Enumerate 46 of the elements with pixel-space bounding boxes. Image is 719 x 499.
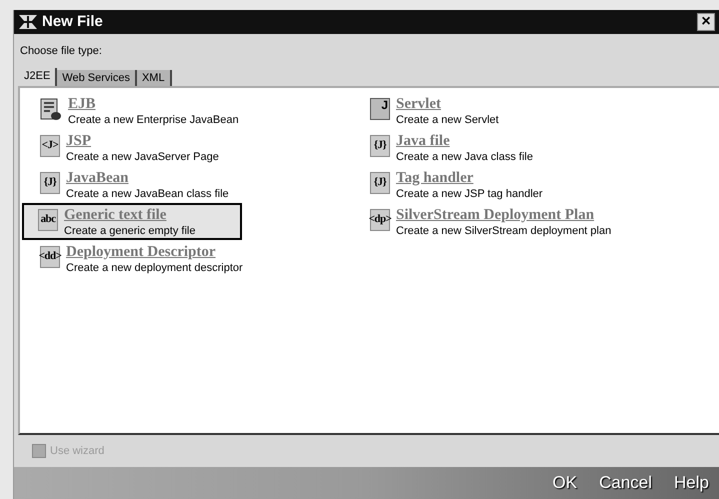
item-title: Deployment Descriptor: [66, 244, 217, 260]
item-title: Servlet: [396, 96, 442, 112]
file-type-icon: {J}: [40, 172, 60, 194]
file-type-icon: {J}: [370, 134, 390, 156]
item-title: EJB: [68, 96, 97, 112]
tab[interactable]: Web Services: [57, 70, 137, 86]
item-description: Create a new SilverStream deployment plan: [396, 224, 612, 238]
dialog-button[interactable]: OK: [552, 470, 578, 496]
file-type-icon: <dp>: [370, 208, 390, 230]
file-type-icon: <dd>: [40, 246, 60, 268]
file-type-icon: abc: [38, 208, 58, 230]
item-description: Create a new JSP tag handler: [396, 186, 543, 200]
prompt-label: Choose file type:: [19, 44, 103, 59]
file-type-item[interactable]: <dd> Deployment Descriptor Create a new deployment descriptor: [38, 240, 368, 276]
checkbox-label: Use wizard: [50, 444, 104, 459]
file-type-item[interactable]: <J> JSP Create a new JavaServer Page: [38, 128, 368, 166]
document-icon: [40, 98, 62, 122]
tab[interactable]: XML: [136, 70, 172, 86]
item-description: Create a new JavaBean class file: [66, 186, 229, 200]
dialog-button[interactable]: Help: [674, 470, 709, 496]
item-title: Java file: [396, 132, 451, 150]
servlet-icon: J: [370, 98, 390, 120]
file-type-item[interactable]: J Servlet Create a new Servlet: [368, 92, 719, 128]
app-logo-icon: [18, 14, 38, 30]
item-title: Tag handler: [396, 170, 474, 186]
file-type-item[interactable]: EJB Create a new Enterprise JavaBean: [38, 92, 368, 128]
item-description: Create a generic empty file: [64, 224, 196, 238]
item-description: Create a new Enterprise JavaBean: [68, 112, 239, 126]
window-title: New File: [42, 12, 104, 32]
file-type-item[interactable]: {J} Tag handler Create a new JSP tag handler: [368, 166, 719, 202]
item-title: JSP: [66, 132, 92, 150]
item-description: Create a new JavaServer Page: [66, 150, 219, 164]
file-type-item[interactable]: {J} Java file Create a new Java class file: [368, 128, 719, 166]
dialog-button[interactable]: Cancel: [599, 470, 652, 496]
file-type-item[interactable]: <dp> SilverStream Deployment Plan Create a new SilverStream deployment plan: [368, 202, 719, 240]
item-title: Generic text file: [64, 206, 168, 224]
item-description: Create a new deployment descriptor: [66, 260, 243, 274]
file-type-icon: {J}: [370, 172, 390, 194]
item-title: JavaBean: [66, 170, 130, 186]
file-type-item[interactable]: {J} JavaBean Create a new JavaBean class file: [38, 166, 368, 202]
item-description: Create a new Java class file: [396, 150, 533, 164]
item-description: Create a new Servlet: [396, 112, 499, 126]
item-title: SilverStream Deployment Plan: [396, 206, 596, 224]
file-type-item[interactable]: abc Generic text file Create a generic empty file: [22, 202, 242, 240]
file-type-icon: <J>: [40, 134, 60, 156]
close-button[interactable]: ×: [697, 13, 715, 31]
